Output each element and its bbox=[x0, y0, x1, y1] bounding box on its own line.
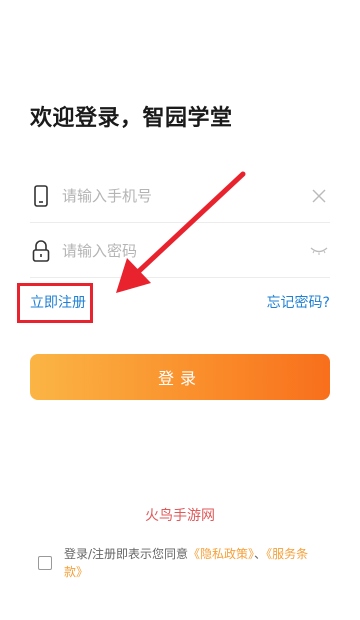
page-title: 欢迎登录，智园学堂 bbox=[30, 106, 233, 131]
password-input[interactable] bbox=[62, 242, 308, 260]
agreement-row: 登录/注册即表示您同意《隐私政策》、《服务条款》 bbox=[38, 545, 338, 581]
eye-closed-icon[interactable] bbox=[308, 240, 330, 262]
clear-icon[interactable] bbox=[308, 185, 330, 207]
register-link[interactable]: 立即注册 bbox=[30, 292, 86, 312]
phone-input[interactable] bbox=[62, 187, 308, 205]
agreement-prefix: 登录/注册即表示您同意 bbox=[64, 547, 189, 561]
agreement-text: 登录/注册即表示您同意《隐私政策》、《服务条款》 bbox=[64, 545, 324, 581]
login-button[interactable]: 登录 bbox=[30, 354, 330, 400]
agree-checkbox[interactable] bbox=[38, 556, 52, 570]
agreement-separator: 、 bbox=[254, 547, 267, 561]
phone-field[interactable] bbox=[30, 170, 330, 223]
forgot-password-link[interactable]: 忘记密码? bbox=[267, 292, 330, 312]
privacy-policy-link[interactable]: 《隐私政策》 bbox=[188, 547, 254, 561]
lock-icon bbox=[30, 239, 52, 263]
phone-icon bbox=[30, 184, 52, 208]
watermark-text: 火鸟手游网 bbox=[145, 508, 215, 524]
password-field[interactable] bbox=[30, 225, 330, 278]
